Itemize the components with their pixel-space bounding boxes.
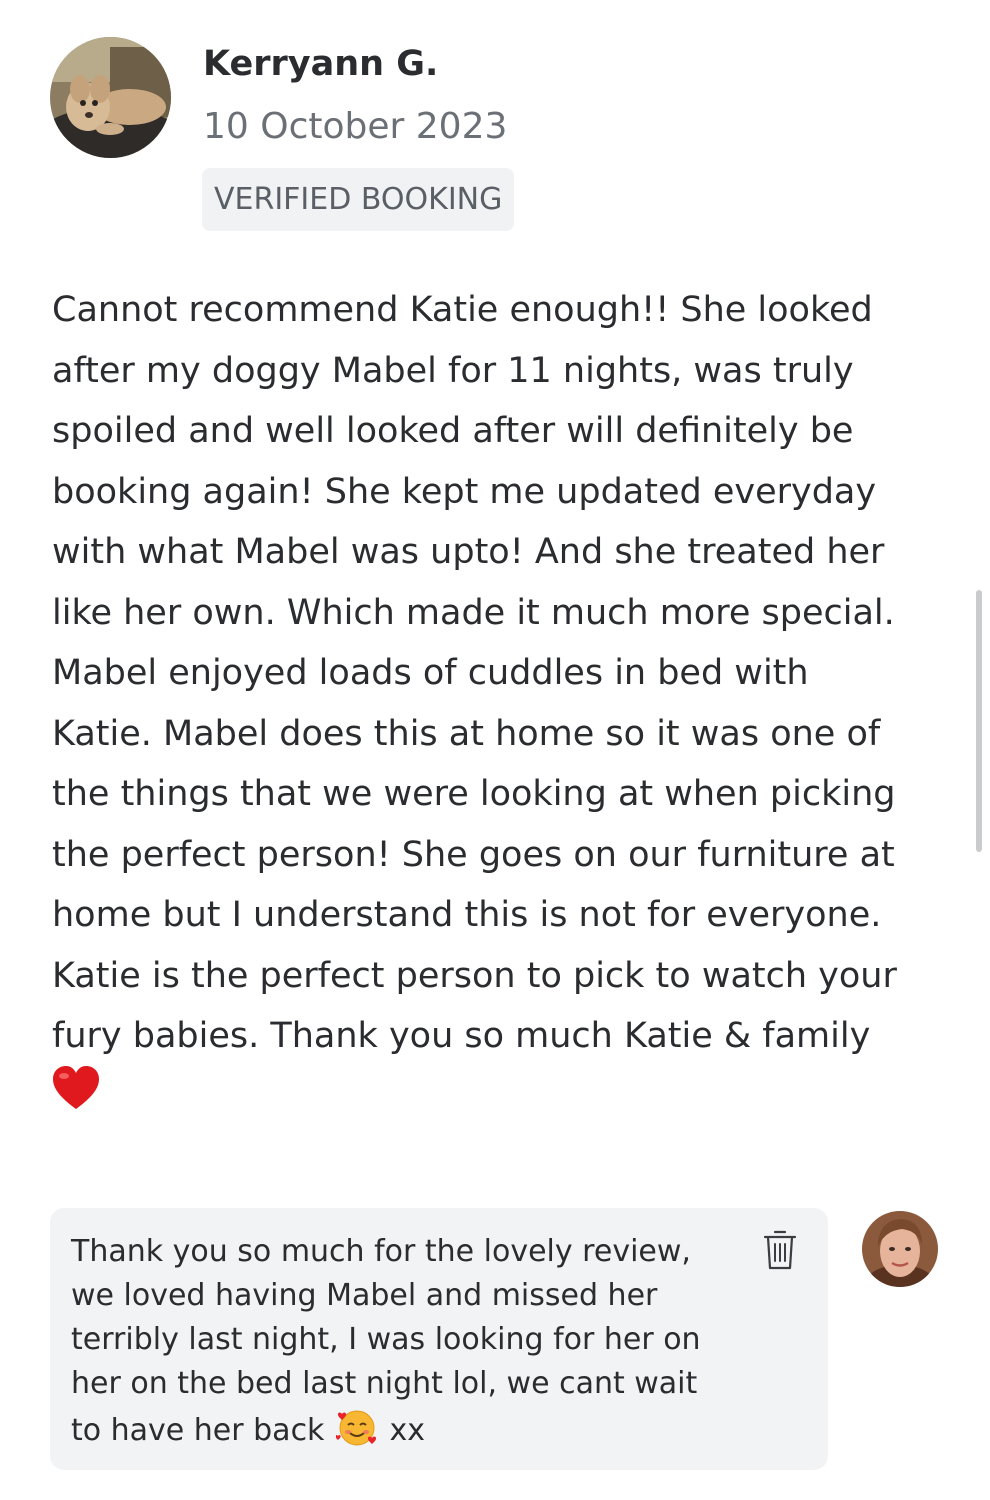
- reviewer-name: Kerryann G.: [203, 44, 439, 84]
- trash-icon[interactable]: [762, 1228, 798, 1272]
- host-reply-main: Thank you so much for the lovely review,…: [71, 1234, 701, 1448]
- red-heart-icon: [51, 1064, 101, 1114]
- host-reply-text: Thank you so much for the lovely review,…: [71, 1230, 751, 1453]
- reviewer-avatar[interactable]: [50, 37, 171, 158]
- verified-booking-badge: VERIFIED BOOKING: [202, 168, 515, 231]
- host-avatar[interactable]: [862, 1211, 938, 1287]
- review-date: 10 October 2023: [203, 106, 508, 147]
- scrollbar[interactable]: [976, 590, 982, 852]
- verified-booking-label: VERIFIED BOOKING: [214, 182, 503, 217]
- host-reply-suffix: xx: [389, 1413, 426, 1448]
- smiling-face-with-hearts-icon: [335, 1406, 378, 1448]
- review-text: Cannot recommend Katie enough!! She look…: [52, 290, 897, 1056]
